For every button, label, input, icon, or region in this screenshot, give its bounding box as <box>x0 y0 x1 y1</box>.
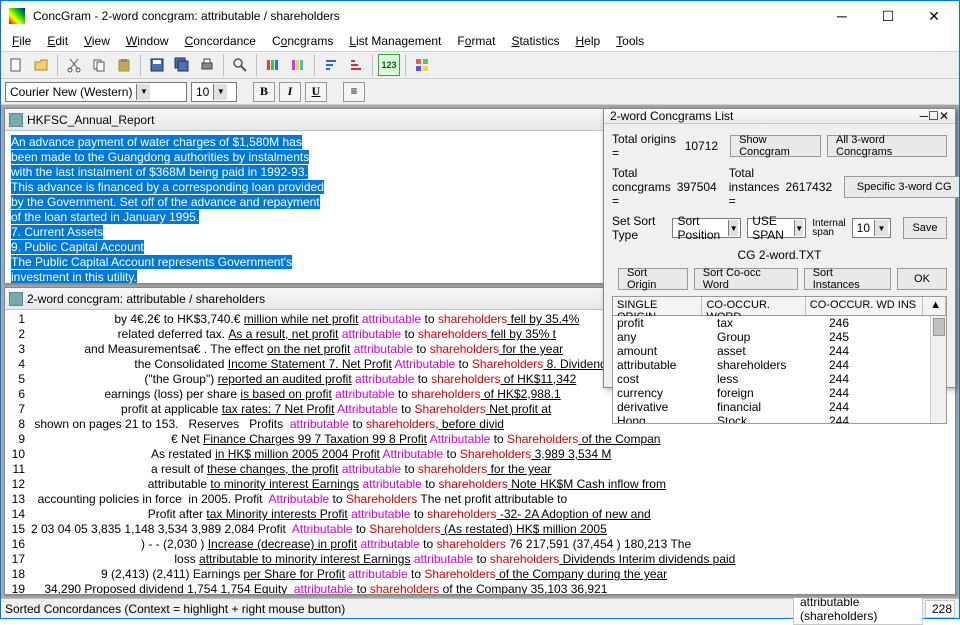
menu-view[interactable]: View <box>77 32 117 50</box>
conc-row[interactable]: 11 a result of these changes, the profit… <box>7 462 953 477</box>
new-icon[interactable] <box>5 54 27 76</box>
sort2-icon[interactable] <box>345 54 367 76</box>
doc-icon <box>9 113 23 127</box>
span-label: Internal span <box>812 219 845 237</box>
search-icon[interactable] <box>229 54 251 76</box>
open-icon[interactable] <box>30 54 52 76</box>
menu-listmgmt[interactable]: List Management <box>342 32 448 50</box>
menu-format[interactable]: Format <box>450 32 502 50</box>
close-button[interactable]: ✕ <box>911 1 957 31</box>
conc-row[interactable]: 16 ) - - (2,030 ) Increase (decrease) in… <box>7 537 953 552</box>
menu-edit[interactable]: Edit <box>40 32 75 50</box>
font-combo[interactable]: Courier New (Western)▼ <box>5 82 187 102</box>
conc-row[interactable]: 10 As restated in HK$ million 2005 2004 … <box>7 447 953 462</box>
menu-file[interactable]: File <box>5 32 38 50</box>
conc-row[interactable]: 14 Profit after tax Minority interests P… <box>7 507 953 522</box>
conc-row[interactable]: 13 accounting policies in force in 2005.… <box>7 492 953 507</box>
statusbar: Sorted Concordances (Context = highlight… <box>1 598 959 618</box>
underline-button[interactable]: U <box>305 82 327 102</box>
cut-icon[interactable] <box>63 54 85 76</box>
all-3word-button[interactable]: All 3-word Concgrams <box>827 135 947 157</box>
conc-title: 2-word concgram: attributable / sharehol… <box>27 292 265 306</box>
menu-window[interactable]: Window <box>119 32 176 50</box>
show-concgram-button[interactable]: Show Concgram <box>730 135 821 157</box>
conc-row[interactable]: 19 34,290 Proposed dividend 1,754 1,754 … <box>7 582 953 594</box>
panel-titlebar[interactable]: 2-word Concgrams List ─ ☐ ✕ <box>604 109 955 124</box>
save-button[interactable]: Save <box>903 217 947 239</box>
colors2-icon[interactable] <box>287 54 309 76</box>
conc-row[interactable]: 17 loss attributable to minority interes… <box>7 552 953 567</box>
size-combo[interactable]: 10▼ <box>191 82 237 102</box>
workspace: HKFSC_Annual_Report ─ ☐ ✕ An advance pay… <box>1 105 959 598</box>
window-title: ConcGram - 2-word concgram: attributable… <box>33 9 819 23</box>
colors1-icon[interactable] <box>262 54 284 76</box>
conc-row[interactable]: 18 9 (2,413) (2,411) Earnings per Share … <box>7 567 953 582</box>
concgrams-panel: 2-word Concgrams List ─ ☐ ✕ Total origin… <box>603 108 956 388</box>
status-text: Sorted Concordances (Context = highlight… <box>5 602 345 616</box>
list-item[interactable]: anyGroup245 <box>613 330 946 344</box>
copy-icon[interactable] <box>88 54 110 76</box>
ok-button[interactable]: OK <box>897 268 947 290</box>
toolbar: 123 <box>1 51 959 79</box>
list-item[interactable]: derivativefinancial244 <box>613 400 946 414</box>
menu-concordance[interactable]: Concordance <box>178 32 263 50</box>
grid-icon[interactable] <box>411 54 433 76</box>
titlebar: ConcGram - 2-word concgram: attributable… <box>1 1 959 31</box>
conc-row[interactable]: 9 € Net Finance Charges 99 7 Taxation 99… <box>7 432 953 447</box>
menu-concgrams[interactable]: Concgrams <box>265 32 340 50</box>
list-item[interactable]: costless244 <box>613 372 946 386</box>
concgrams-value: 397504 <box>677 180 717 194</box>
doc-title: HKFSC_Annual_Report <box>27 113 154 127</box>
minimize-button[interactable]: ─ <box>819 1 865 31</box>
conc-row[interactable]: 12 attributable to minority interest Ear… <box>7 477 953 492</box>
conc-row[interactable]: 152 03 04 05 3,835 1,148 3,534 3,989 2,0… <box>7 522 953 537</box>
italic-button[interactable]: I <box>279 82 301 102</box>
panel-min-icon[interactable]: ─ <box>920 109 929 123</box>
bold-button[interactable]: B <box>253 82 275 102</box>
instances-label: Total instances = <box>729 166 780 208</box>
bullet-button[interactable]: ≡ <box>343 82 365 102</box>
list-item[interactable]: profittax246 <box>613 316 946 330</box>
list-item[interactable]: amountasset244 <box>613 344 946 358</box>
status-cell-2: 228 <box>925 600 955 618</box>
panel-title: 2-word Concgrams List <box>610 109 733 123</box>
sortpos-combo[interactable]: Sort Position▼ <box>672 218 741 238</box>
concgrams-label: Total concgrams = <box>612 166 671 208</box>
app-icon <box>9 8 25 24</box>
saveall-icon[interactable] <box>171 54 193 76</box>
save-icon[interactable] <box>146 54 168 76</box>
list-item[interactable]: attributableshareholders244 <box>613 358 946 372</box>
specific-3word-button[interactable]: Specific 3-word CG <box>844 176 959 198</box>
sort-origin-button[interactable]: Sort Origin <box>618 268 688 290</box>
sorttype-label: Set Sort Type <box>612 214 666 242</box>
usespan-combo[interactable]: USE SPAN▼ <box>747 218 806 238</box>
sort-cooccword-button[interactable]: Sort Co-occ Word <box>694 268 798 290</box>
instances-value: 2617432 <box>785 180 832 194</box>
menu-tools[interactable]: Tools <box>609 32 651 50</box>
menu-help[interactable]: Help <box>568 32 607 50</box>
origins-label: Total origins = <box>612 132 679 160</box>
maximize-button[interactable]: ☐ <box>865 1 911 31</box>
origins-value: 10712 <box>685 139 718 153</box>
list-item[interactable]: currencyforeign244 <box>613 386 946 400</box>
sort1-icon[interactable] <box>320 54 342 76</box>
menubar: File Edit View Window Concordance Concgr… <box>1 31 959 51</box>
conc-icon <box>9 292 23 306</box>
format-bar: Courier New (Western)▼ 10▼ B I U ≡ <box>1 79 959 105</box>
file-label: CG 2-word.TXT <box>737 248 821 262</box>
list-body[interactable]: profittax246anyGroup245amountasset244att… <box>612 316 947 424</box>
scrollbar[interactable] <box>930 316 946 423</box>
panel-max-icon[interactable]: ☐ <box>928 109 939 123</box>
sort-instances-button[interactable]: Sort Instances <box>804 268 891 290</box>
paste-icon[interactable] <box>113 54 135 76</box>
panel-close-icon[interactable]: ✕ <box>939 109 949 123</box>
list-header[interactable]: SINGLE ORIGIN CO-OCCUR. WORD CO-OCCUR. W… <box>612 296 947 316</box>
menu-statistics[interactable]: Statistics <box>504 32 566 50</box>
print-icon[interactable] <box>196 54 218 76</box>
list-item[interactable]: HongStock244 <box>613 414 946 424</box>
span-combo[interactable]: 10▼ <box>852 218 891 238</box>
count-icon[interactable]: 123 <box>378 54 400 76</box>
